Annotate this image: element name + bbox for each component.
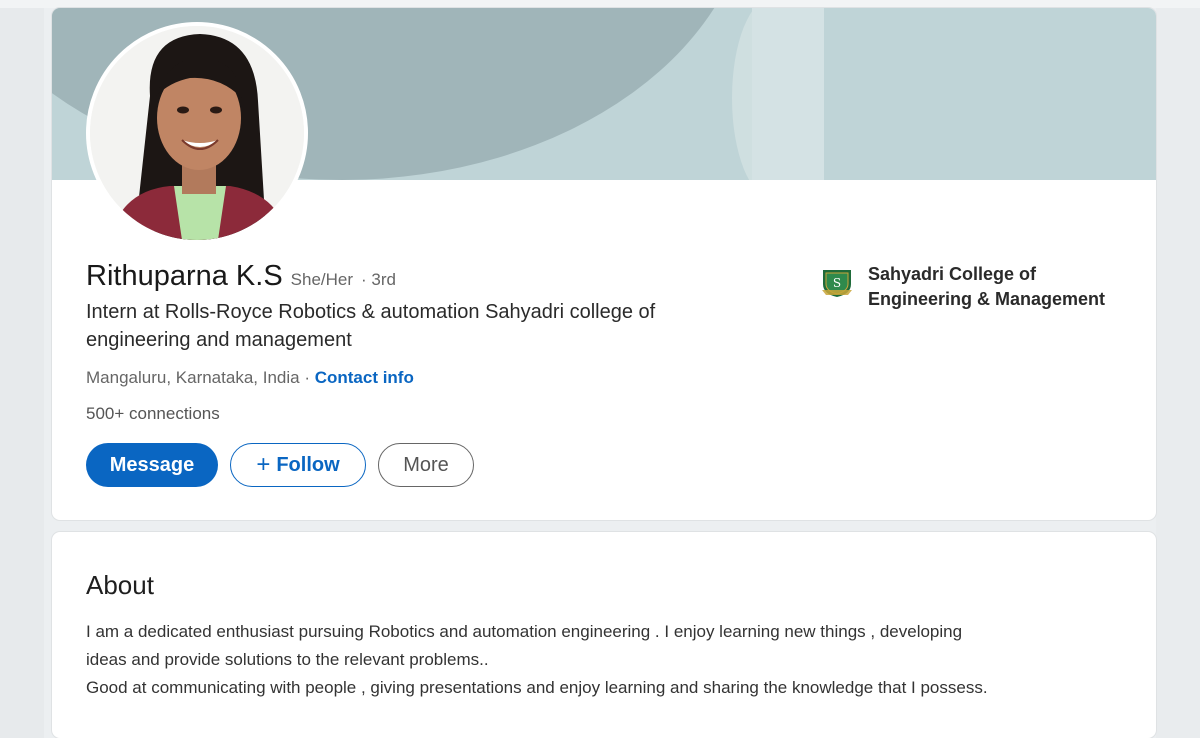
school-name: Sahyadri College of Engineering & Manage… xyxy=(868,262,1128,312)
name-row: Rithuparna K.S She/Her · 3rd xyxy=(86,260,396,293)
more-button[interactable]: More xyxy=(378,443,474,487)
plus-icon: + xyxy=(256,451,271,478)
school-name-line-1: Sahyadri College of xyxy=(868,264,1037,284)
education-entry[interactable]: S Sahyadri College of Engineering & Mana… xyxy=(820,262,1128,312)
location-separator: · xyxy=(299,368,315,387)
page-background-top xyxy=(0,0,1200,8)
follow-button-label: Follow xyxy=(276,453,340,476)
profile-pronouns: She/Her xyxy=(290,270,354,289)
more-button-label: More xyxy=(403,453,449,476)
school-name-line-2: Engineering & Management xyxy=(868,289,1106,309)
profile-headline: Intern at Rolls-Royce Robotics & automat… xyxy=(86,298,746,354)
about-line-1: I am a dedicated enthusiast pursuing Rob… xyxy=(86,622,963,641)
about-line-3: Good at communicating with people , givi… xyxy=(86,678,988,697)
message-button-label: Message xyxy=(109,453,195,476)
headline-line-1: Intern at Rolls-Royce Robotics & automat… xyxy=(86,301,656,323)
about-text: I am a dedicated enthusiast pursuing Rob… xyxy=(86,618,1136,702)
about-heading: About xyxy=(86,570,154,600)
page-background-right xyxy=(1156,0,1200,738)
about-card: About I am a dedicated enthusiast pursui… xyxy=(52,532,1156,738)
message-button[interactable]: Message xyxy=(86,443,218,487)
location-row: Mangaluru, Karnataka, India · Contact in… xyxy=(86,368,414,388)
profile-location: Mangaluru, Karnataka, India xyxy=(86,368,300,387)
headline-line-2: engineering and management xyxy=(86,329,352,351)
school-crest-icon: S xyxy=(822,270,852,297)
avatar[interactable] xyxy=(86,22,308,244)
banner-band xyxy=(752,8,824,180)
page-background-left xyxy=(0,0,44,738)
avatar-photo xyxy=(90,26,304,240)
profile-card: Rithuparna K.S She/Her · 3rd Intern at R… xyxy=(52,8,1156,520)
follow-button[interactable]: + Follow xyxy=(230,443,366,487)
profile-name: Rithuparna K.S xyxy=(86,260,283,292)
connection-degree: · 3rd xyxy=(361,270,397,289)
contact-info-link[interactable]: Contact info xyxy=(315,368,414,387)
about-line-2: ideas and provide solutions to the relev… xyxy=(86,650,489,669)
connections-count[interactable]: 500+ connections xyxy=(86,404,220,424)
school-crest-letter: S xyxy=(833,276,841,290)
